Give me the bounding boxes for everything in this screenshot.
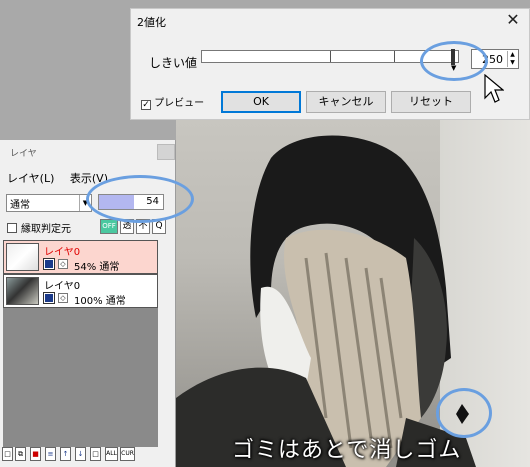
blank-icon[interactable]: □	[90, 447, 101, 461]
threshold-label: しきい値	[149, 56, 198, 70]
reset-button[interactable]: リセット	[391, 91, 471, 113]
mouse-cursor-icon	[484, 74, 504, 103]
blend-mode-value: 通常	[10, 200, 30, 211]
layer-info: 100% 通常	[74, 296, 126, 307]
slider-tick	[330, 51, 331, 62]
cancel-button[interactable]: キャンセル	[306, 91, 386, 113]
panel-close-button[interactable]	[157, 144, 175, 160]
lock-icon[interactable]: ◇	[58, 293, 68, 303]
down-icon[interactable]: ↓	[75, 447, 86, 461]
layer-panel-title: レイヤ	[10, 149, 37, 159]
new-layer-icon[interactable]: □	[2, 447, 13, 461]
preview-checkbox[interactable]: ✓ プレビュー	[141, 94, 204, 110]
clip-label: 縁取判定元	[21, 224, 71, 235]
up-icon[interactable]: ↑	[60, 447, 71, 461]
layer-thumbnail	[6, 243, 39, 271]
layer-name: レイヤ0	[44, 247, 81, 258]
lock-icon[interactable]: ◇	[58, 259, 68, 269]
visibility-icon[interactable]	[43, 292, 55, 304]
layer-list: レイヤ0 ◇ 54% 通常 レイヤ0 ◇ 100% 通常	[3, 240, 158, 447]
layer-info: 54% 通常	[74, 262, 120, 273]
preview-label: プレビュー	[154, 98, 205, 109]
checkbox-checked-icon[interactable]: ✓	[141, 100, 151, 110]
cur-button[interactable]: CUR	[120, 447, 135, 461]
checkbox-icon[interactable]	[7, 223, 17, 233]
layer-row-selected[interactable]: レイヤ0 ◇ 54% 通常	[3, 240, 158, 274]
caption-text: ゴミはあとで消しゴム	[232, 438, 462, 463]
menu-layer[interactable]: レイヤ(L)	[7, 172, 54, 185]
visibility-icon[interactable]	[43, 258, 55, 270]
blend-mode-select[interactable]: 通常 ▼	[6, 194, 92, 212]
highlight-circle	[86, 175, 194, 223]
copy-layer-icon[interactable]: ⧉	[15, 447, 26, 461]
off-button[interactable]: OFF	[100, 219, 118, 234]
highlight-circle	[420, 41, 488, 81]
clip-checkbox[interactable]: 縁取判定元	[7, 220, 71, 235]
ok-button[interactable]: OK	[221, 91, 301, 113]
all-button[interactable]: ALL	[105, 447, 118, 461]
layer-thumbnail	[6, 277, 39, 305]
highlight-circle	[436, 388, 492, 438]
delete-icon[interactable]: ■	[30, 447, 41, 461]
spin-arrows-icon[interactable]: ▲ ▼	[507, 51, 517, 67]
slider-tick	[394, 51, 395, 62]
layer-name: レイヤ0	[44, 281, 81, 292]
dialog-title: 2値化	[137, 16, 166, 29]
close-icon[interactable]: ✕	[503, 11, 523, 29]
merge-icon[interactable]: ≡	[45, 447, 56, 461]
layer-row[interactable]: レイヤ0 ◇ 100% 通常	[3, 274, 158, 308]
